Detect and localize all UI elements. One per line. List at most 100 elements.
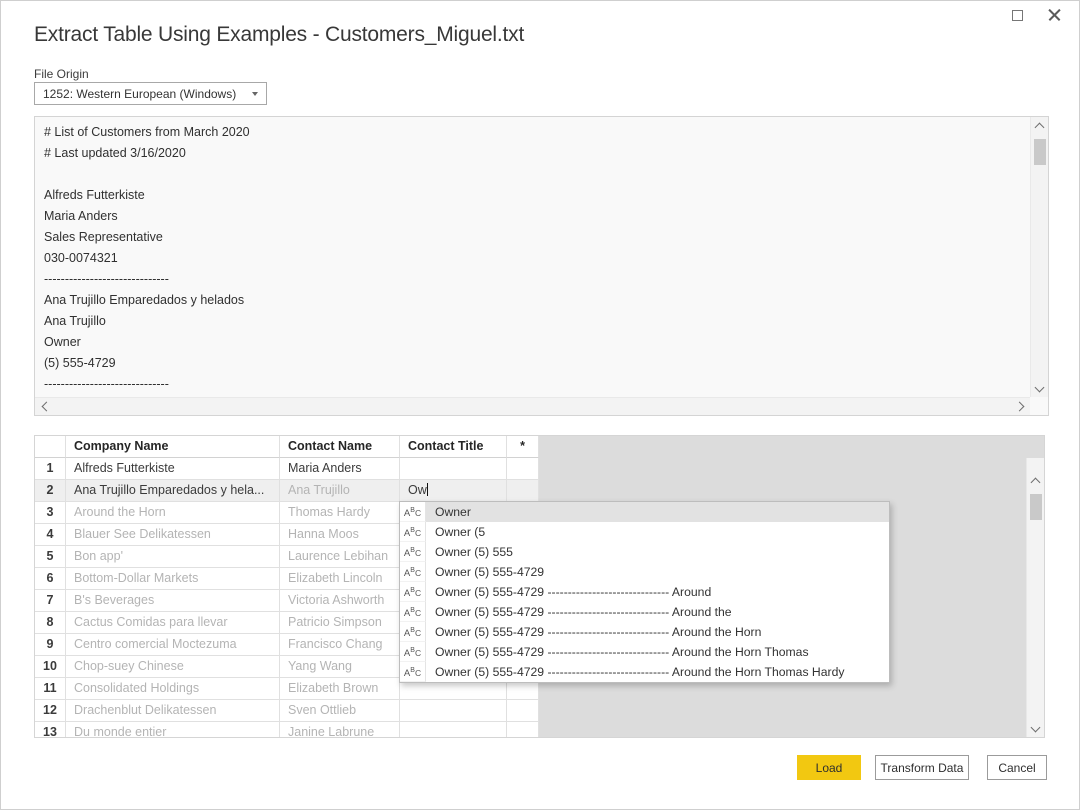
cell-company[interactable]: Drachenblut Delikatessen	[66, 700, 280, 722]
cell-extra[interactable]	[507, 722, 539, 738]
chevron-right-icon	[1014, 402, 1024, 412]
cell-title[interactable]	[400, 722, 507, 738]
preview-vertical-scrollbar[interactable]	[1030, 117, 1048, 397]
row-number: 6	[35, 568, 66, 590]
scroll-down-button[interactable]	[1031, 377, 1048, 397]
editing-text: Ow	[408, 483, 427, 497]
preview-line: # Last updated 3/16/2020	[44, 143, 1021, 164]
suggestion-item[interactable]: ABC Owner (5) 555	[400, 542, 889, 562]
cell-contact[interactable]: Patricio Simpson	[280, 612, 400, 634]
suggestion-text: Owner (5	[426, 522, 889, 542]
header-add-column[interactable]: *	[507, 436, 539, 458]
cancel-button[interactable]: Cancel	[987, 755, 1047, 780]
file-origin-label: File Origin	[34, 67, 89, 81]
scroll-up-button[interactable]	[1031, 117, 1048, 137]
load-button[interactable]: Load	[797, 755, 861, 780]
cell-company[interactable]: Blauer See Delikatessen	[66, 524, 280, 546]
cell-title-editing[interactable]: Ow	[400, 480, 507, 502]
cell-company[interactable]: Chop-suey Chinese	[66, 656, 280, 678]
text-type-icon: ABC	[400, 602, 426, 622]
table-row: 12 Drachenblut Delikatessen Sven Ottlieb	[35, 700, 539, 722]
suggestion-text: Owner (5) 555-4729 ---------------------…	[426, 642, 889, 662]
scroll-up-button[interactable]	[1027, 472, 1044, 492]
suggestion-item[interactable]: ABC Owner (5	[400, 522, 889, 542]
file-origin-select[interactable]: 1252: Western European (Windows)	[34, 82, 267, 105]
cell-title[interactable]	[400, 458, 507, 480]
suggestion-text: Owner (5) 555	[426, 542, 889, 562]
close-button[interactable]	[1045, 6, 1063, 24]
cell-company[interactable]: Around the Horn	[66, 502, 280, 524]
suggestion-text: Owner	[426, 502, 889, 522]
cell-company[interactable]: Bon app'	[66, 546, 280, 568]
suggestion-text: Owner (5) 555-4729 ---------------------…	[426, 622, 889, 642]
cell-contact[interactable]: Laurence Lebihan	[280, 546, 400, 568]
cell-company[interactable]: Cactus Comidas para llevar	[66, 612, 280, 634]
text-type-icon: ABC	[400, 542, 426, 562]
preview-line: Ana Trujillo	[44, 311, 1021, 332]
preview-horizontal-scrollbar[interactable]	[35, 397, 1030, 415]
maximize-button[interactable]	[1008, 6, 1026, 24]
text-type-icon: ABC	[400, 562, 426, 582]
row-number: 7	[35, 590, 66, 612]
text-type-icon: ABC	[400, 502, 426, 522]
header-company-name[interactable]: Company Name	[66, 436, 280, 458]
suggestion-text: Owner (5) 555-4729 ---------------------…	[426, 662, 889, 682]
cell-contact[interactable]: Sven Ottlieb	[280, 700, 400, 722]
cell-contact[interactable]: Francisco Chang	[280, 634, 400, 656]
row-number: 12	[35, 700, 66, 722]
table-vertical-scrollbar[interactable]	[1026, 458, 1044, 737]
header-row-number	[35, 436, 66, 458]
row-number: 1	[35, 458, 66, 480]
cell-contact[interactable]: Victoria Ashworth	[280, 590, 400, 612]
cell-contact[interactable]: Yang Wang	[280, 656, 400, 678]
vertical-scroll-thumb[interactable]	[1034, 139, 1046, 165]
cell-company[interactable]: Centro comercial Moctezuma	[66, 634, 280, 656]
cell-contact[interactable]: Thomas Hardy	[280, 502, 400, 524]
preview-line: Maria Anders	[44, 206, 1021, 227]
text-type-icon: ABC	[400, 582, 426, 602]
suggestion-item[interactable]: ABC Owner (5) 555-4729 -----------------…	[400, 662, 889, 682]
header-contact-name[interactable]: Contact Name	[280, 436, 400, 458]
cell-company[interactable]: Alfreds Futterkiste	[66, 458, 280, 480]
cell-contact[interactable]: Elizabeth Brown	[280, 678, 400, 700]
chevron-up-icon	[1031, 477, 1041, 487]
table-header-row: Company Name Contact Name Contact Title …	[35, 436, 539, 458]
suggestion-item[interactable]: ABC Owner (5) 555-4729 -----------------…	[400, 582, 889, 602]
chevron-up-icon	[1035, 122, 1045, 132]
transform-data-button[interactable]: Transform Data	[875, 755, 969, 780]
scroll-down-button[interactable]	[1027, 717, 1044, 737]
cell-contact[interactable]: Janine Labrune	[280, 722, 400, 738]
cell-contact[interactable]: Maria Anders	[280, 458, 400, 480]
cell-company[interactable]: Du monde entier	[66, 722, 280, 738]
preview-line: Alfreds Futterkiste	[44, 185, 1021, 206]
suggestion-item[interactable]: ABC Owner	[400, 502, 889, 522]
cell-company[interactable]: B's Beverages	[66, 590, 280, 612]
scroll-track	[1027, 520, 1044, 717]
suggestion-item[interactable]: ABC Owner (5) 555-4729	[400, 562, 889, 582]
scroll-right-button[interactable]	[1008, 398, 1030, 416]
cell-company[interactable]: Consolidated Holdings	[66, 678, 280, 700]
cell-contact[interactable]: Hanna Moos	[280, 524, 400, 546]
text-type-icon: ABC	[400, 662, 426, 682]
cell-extra[interactable]	[507, 458, 539, 480]
header-contact-title[interactable]: Contact Title	[400, 436, 507, 458]
vertical-scroll-thumb[interactable]	[1030, 494, 1042, 520]
close-icon	[1048, 9, 1061, 22]
file-preview-text: # List of Customers from March 2020 # La…	[35, 117, 1030, 397]
cell-contact[interactable]: Ana Trujillo	[280, 480, 400, 502]
cell-contact[interactable]: Elizabeth Lincoln	[280, 568, 400, 590]
cell-title[interactable]	[400, 700, 507, 722]
cell-company[interactable]: Ana Trujillo Emparedados y hela...	[66, 480, 280, 502]
scroll-left-button[interactable]	[35, 398, 57, 416]
cell-extra[interactable]	[507, 480, 539, 502]
scroll-track	[1031, 165, 1048, 377]
row-number: 11	[35, 678, 66, 700]
chevron-down-icon	[1035, 382, 1045, 392]
suggestion-item[interactable]: ABC Owner (5) 555-4729 -----------------…	[400, 602, 889, 622]
cell-company[interactable]: Bottom-Dollar Markets	[66, 568, 280, 590]
preview-line: Ana Trujillo Emparedados y helados	[44, 290, 1021, 311]
text-cursor	[427, 483, 428, 496]
cell-extra[interactable]	[507, 700, 539, 722]
suggestion-item[interactable]: ABC Owner (5) 555-4729 -----------------…	[400, 642, 889, 662]
suggestion-item[interactable]: ABC Owner (5) 555-4729 -----------------…	[400, 622, 889, 642]
